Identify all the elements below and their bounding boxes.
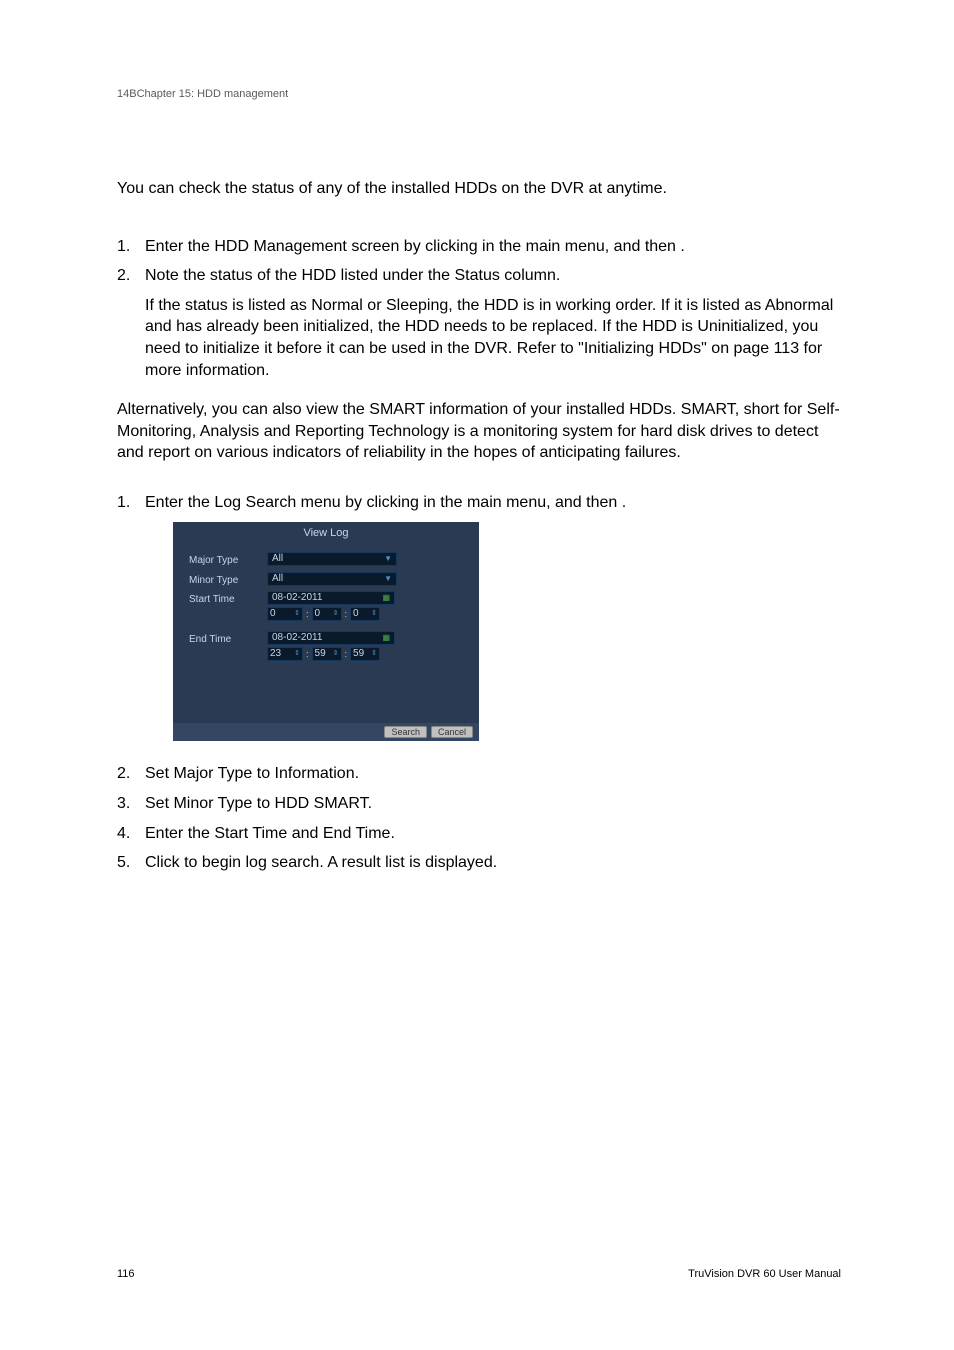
calendar-icon: ▦	[382, 632, 390, 644]
end-time-label: End Time	[189, 631, 267, 647]
time-separator: :	[305, 647, 310, 661]
minor-type-select[interactable]: All ▼	[267, 572, 397, 586]
step-number: 1.	[117, 492, 145, 755]
step-number: 5.	[117, 852, 145, 874]
end-time-row: End Time 08-02-2011 ▦ 23 ⇕	[173, 629, 479, 663]
step-content: Enter the Log Search menu by clicking in…	[145, 492, 841, 755]
step-content: Enter the HDD Management screen by click…	[145, 236, 841, 258]
spinner-icon: ⇕	[333, 608, 339, 620]
step-b-1: 1. Enter the Log Search menu by clicking…	[117, 492, 841, 755]
page-number: 116	[117, 1268, 135, 1280]
end-minute-value: 59	[315, 648, 326, 660]
step-number: 2.	[117, 763, 145, 785]
step-text: in the main menu, and then	[423, 494, 621, 511]
spinner-icon: ⇕	[294, 648, 300, 660]
dialog-button-bar: Search Cancel	[173, 723, 479, 741]
step-a-1: 1. Enter the HDD Management screen by cl…	[117, 236, 841, 258]
step-text: in the main menu, and then	[482, 238, 680, 255]
step-text: Note the status of the HDD listed under …	[145, 267, 560, 284]
step-content: Click to begin log search. A result list…	[145, 852, 841, 874]
step-b-4: 4. Enter the Start Time and End Time.	[117, 823, 841, 845]
page-header: 14BChapter 15: HDD management	[117, 88, 841, 100]
end-second-input[interactable]: 59 ⇕	[350, 647, 380, 661]
major-type-value: All	[272, 553, 283, 565]
time-separator: :	[344, 647, 349, 661]
steps-smart: 1. Enter the Log Search menu by clicking…	[117, 492, 841, 874]
smart-paragraph: Alternatively, you can also view the SMA…	[117, 399, 841, 464]
step-number: 1.	[117, 236, 145, 258]
view-log-dialog: View Log Major Type All ▼ Minor Type All…	[173, 522, 479, 742]
end-minute-input[interactable]: 59 ⇕	[312, 647, 342, 661]
start-time-label: Start Time	[189, 591, 267, 607]
chevron-down-icon: ▼	[384, 573, 392, 585]
spinner-icon: ⇕	[333, 648, 339, 660]
end-date-input[interactable]: 08-02-2011 ▦	[267, 631, 395, 645]
spinner-icon: ⇕	[371, 648, 377, 660]
start-hour-input[interactable]: 0 ⇕	[267, 607, 303, 621]
end-date-value: 08-02-2011	[272, 632, 322, 644]
cancel-button[interactable]: Cancel	[431, 726, 473, 738]
step-text: .	[622, 494, 626, 511]
step-number: 3.	[117, 793, 145, 815]
start-date-value: 08-02-2011	[272, 592, 322, 604]
start-second-value: 0	[353, 608, 359, 620]
chevron-down-icon: ▼	[384, 553, 392, 565]
step-subtext: If the status is listed as Normal or Sle…	[145, 295, 841, 381]
start-hour-value: 0	[270, 608, 276, 620]
step-text: Enter the HDD Management screen by click…	[145, 238, 482, 255]
start-second-input[interactable]: 0 ⇕	[350, 607, 380, 621]
page-footer: 116 TruVision DVR 60 User Manual	[117, 1268, 841, 1280]
spinner-icon: ⇕	[371, 608, 377, 620]
step-b-3: 3. Set Minor Type to HDD SMART.	[117, 793, 841, 815]
chapter-label: 14BChapter 15: HDD management	[117, 88, 288, 100]
steps-check-status: 1. Enter the HDD Management screen by cl…	[117, 236, 841, 382]
minor-type-row: Minor Type All ▼	[173, 570, 479, 590]
dialog-title: View Log	[173, 522, 479, 551]
step-number: 2.	[117, 265, 145, 381]
calendar-icon: ▦	[382, 592, 390, 604]
step-content: Note the status of the HDD listed under …	[145, 265, 841, 381]
major-type-label: Major Type	[189, 552, 267, 568]
end-second-value: 59	[353, 648, 364, 660]
step-b-2: 2. Set Major Type to Information.	[117, 763, 841, 785]
time-separator: :	[305, 607, 310, 621]
document-title: TruVision DVR 60 User Manual	[688, 1268, 841, 1280]
end-hour-value: 23	[270, 648, 281, 660]
step-text: Click	[145, 854, 184, 871]
step-text: to begin log search. A result list is di…	[184, 854, 497, 871]
step-text: Enter the Log Search menu by clicking	[145, 494, 423, 511]
start-minute-value: 0	[315, 608, 321, 620]
start-date-input[interactable]: 08-02-2011 ▦	[267, 591, 395, 605]
minor-type-label: Minor Type	[189, 572, 267, 588]
step-b-5: 5. Click to begin log search. A result l…	[117, 852, 841, 874]
intro-paragraph: You can check the status of any of the i…	[117, 178, 841, 200]
step-content: Set Minor Type to HDD SMART.	[145, 793, 841, 815]
minor-type-value: All	[272, 573, 283, 585]
step-text: .	[680, 238, 684, 255]
step-content: Enter the Start Time and End Time.	[145, 823, 841, 845]
time-separator: :	[344, 607, 349, 621]
spinner-icon: ⇕	[294, 608, 300, 620]
start-minute-input[interactable]: 0 ⇕	[312, 607, 342, 621]
end-hour-input[interactable]: 23 ⇕	[267, 647, 303, 661]
step-content: Set Major Type to Information.	[145, 763, 841, 785]
start-time-row: Start Time 08-02-2011 ▦ 0 ⇕	[173, 589, 479, 623]
major-type-select[interactable]: All ▼	[267, 552, 397, 566]
step-a-2: 2. Note the status of the HDD listed und…	[117, 265, 841, 381]
major-type-row: Major Type All ▼	[173, 550, 479, 570]
step-number: 4.	[117, 823, 145, 845]
search-button[interactable]: Search	[384, 726, 427, 738]
